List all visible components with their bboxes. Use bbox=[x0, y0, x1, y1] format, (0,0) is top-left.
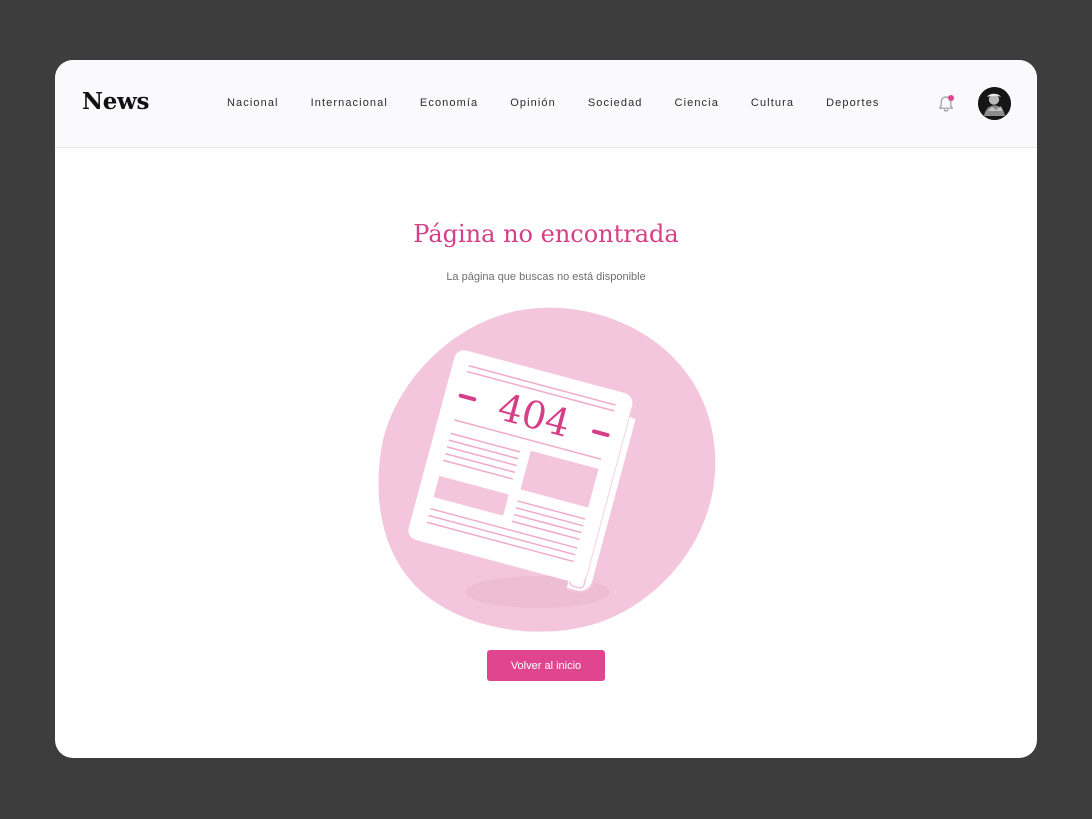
back-to-home-button[interactable]: Volver al inicio bbox=[487, 650, 605, 681]
user-avatar[interactable] bbox=[978, 87, 1011, 120]
error-illustration: 404 bbox=[378, 307, 716, 632]
nav-item-sociedad[interactable]: Sociedad bbox=[588, 97, 643, 109]
avatar-photo bbox=[978, 87, 1011, 120]
browser-window: News Nacional Internacional Economía Opi… bbox=[55, 60, 1037, 758]
bell-icon[interactable] bbox=[936, 94, 956, 114]
newspaper-icon: 404 bbox=[373, 303, 719, 633]
nav-item-internacional[interactable]: Internacional bbox=[311, 97, 388, 109]
nav-item-cultura[interactable]: Cultura bbox=[751, 97, 794, 109]
page-title: Página no encontrada bbox=[413, 220, 679, 248]
nav-item-deportes[interactable]: Deportes bbox=[826, 97, 879, 109]
page-subtitle: La página que buscas no está disponible bbox=[446, 271, 646, 283]
site-logo[interactable]: News bbox=[82, 88, 150, 115]
main-nav: Nacional Internacional Economía Opinión … bbox=[227, 97, 912, 109]
nav-item-nacional[interactable]: Nacional bbox=[227, 97, 279, 109]
top-navigation-bar: News Nacional Internacional Economía Opi… bbox=[55, 60, 1037, 148]
notification-badge bbox=[948, 95, 954, 101]
nav-item-ciencia[interactable]: Ciencia bbox=[675, 97, 719, 109]
nav-item-economia[interactable]: Economía bbox=[420, 97, 478, 109]
nav-item-opinion[interactable]: Opinión bbox=[510, 97, 556, 109]
